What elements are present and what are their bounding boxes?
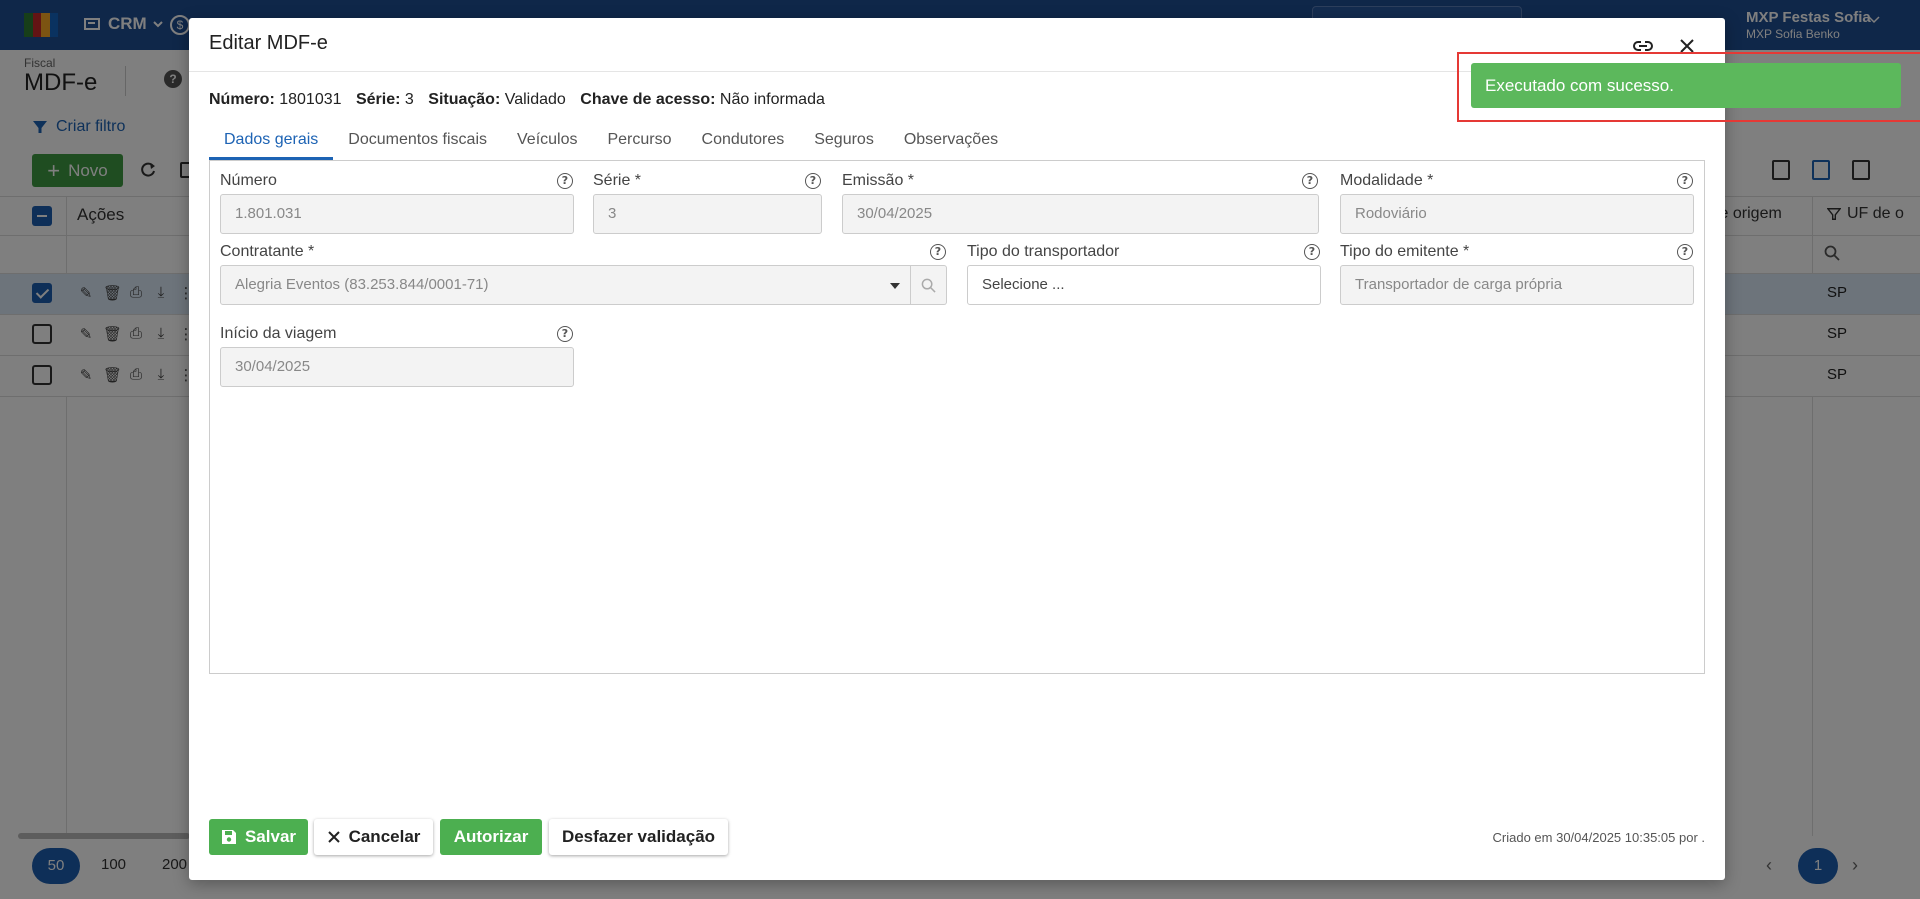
- authorize-button-label: Autorizar: [453, 827, 529, 846]
- serie-value: 3: [404, 91, 414, 108]
- modalidade-input[interactable]: Rodoviário: [1340, 194, 1694, 234]
- tab-percurso[interactable]: Percurso: [592, 126, 686, 160]
- situacao-value: Validado: [504, 91, 566, 108]
- tab-veiculos[interactable]: Veículos: [502, 126, 592, 160]
- save-icon: [221, 830, 236, 844]
- situacao-label: Situação:: [428, 91, 501, 108]
- cancel-button-label: Cancelar: [348, 827, 421, 846]
- help-icon[interactable]: ?: [557, 326, 573, 342]
- numero-label: Número:: [209, 91, 275, 108]
- save-button[interactable]: Salvar: [209, 819, 308, 855]
- contratante-select: Alegria Eventos (83.253.844/0001-71): [220, 265, 947, 305]
- contratante-field: Contratante * ? Alegria Eventos (83.253.…: [220, 242, 947, 305]
- dialog-tabs: Dados gerais Documentos fiscais Veículos…: [209, 126, 1013, 160]
- tipo-emitente-label: Tipo do emitente *: [1340, 243, 1470, 260]
- help-icon[interactable]: ?: [1304, 244, 1320, 260]
- numero-value: 1801031: [279, 91, 342, 108]
- chave-label: Chave de acesso:: [580, 91, 716, 108]
- help-icon[interactable]: ?: [805, 173, 821, 189]
- serie-input[interactable]: 3: [593, 194, 822, 234]
- emissao-input[interactable]: 30/04/2025: [842, 194, 1319, 234]
- tab-seguros[interactable]: Seguros: [799, 126, 889, 160]
- dados-gerais-panel: Número ? 1.801.031 Série * ? 3 Emissão *…: [209, 160, 1705, 674]
- dialog-title: Editar MDF-e: [209, 32, 328, 54]
- undo-validation-label: Desfazer validação: [561, 827, 716, 846]
- toast-highlight-box: [1457, 52, 1920, 122]
- tipo-transportador-field: Tipo do transportador ? Selecione ...: [967, 242, 1321, 305]
- numero-field-label: Número: [220, 172, 277, 189]
- help-icon[interactable]: ?: [1677, 173, 1693, 189]
- help-icon[interactable]: ?: [930, 244, 946, 260]
- modalidade-field: Modalidade * ? Rodoviário: [1340, 171, 1694, 234]
- tipo-transportador-label: Tipo do transportador: [967, 243, 1120, 260]
- tab-documentos-fiscais[interactable]: Documentos fiscais: [333, 126, 502, 160]
- tab-dados-gerais[interactable]: Dados gerais: [209, 126, 334, 160]
- mdfe-summary: Número: 1801031 Série: 3 Situação: Valid…: [209, 91, 825, 109]
- serie-field: Série * ? 3: [593, 171, 822, 234]
- contratante-field-label: Contratante *: [220, 243, 315, 260]
- contratante-input[interactable]: Alegria Eventos (83.253.844/0001-71): [220, 265, 911, 305]
- close-icon: [327, 831, 340, 843]
- created-info: Criado em 30/04/2025 10:35:05 por .: [1492, 830, 1705, 845]
- tab-condutores[interactable]: Condutores: [687, 126, 800, 160]
- numero-field: Número ? 1.801.031: [220, 171, 574, 234]
- inicio-viagem-input[interactable]: 30/04/2025: [220, 347, 574, 387]
- serie-label: Série:: [355, 91, 401, 108]
- contratante-search-button[interactable]: [911, 265, 947, 305]
- inicio-viagem-field: Início da viagem ? 30/04/2025: [220, 324, 574, 387]
- authorize-button[interactable]: Autorizar: [440, 819, 542, 855]
- tab-observacoes[interactable]: Observações: [889, 126, 1013, 160]
- edit-mdfe-dialog: Editar MDF-e Número: 1801031 Série: 3 Si…: [189, 18, 1725, 880]
- search-icon: [921, 278, 936, 293]
- tipo-emitente-field: Tipo do emitente * ? Transportador de ca…: [1340, 242, 1694, 305]
- inicio-viagem-label: Início da viagem: [220, 325, 337, 342]
- numero-input[interactable]: 1.801.031: [220, 194, 574, 234]
- cancel-button[interactable]: Cancelar: [314, 819, 433, 855]
- contratante-value: Alegria Eventos (83.253.844/0001-71): [235, 276, 489, 293]
- help-icon[interactable]: ?: [557, 173, 573, 189]
- caret-down-icon[interactable]: [890, 283, 900, 289]
- emissao-field: Emissão * ? 30/04/2025: [842, 171, 1319, 234]
- save-button-label: Salvar: [244, 827, 297, 846]
- tipo-emitente-input[interactable]: Transportador de carga própria: [1340, 265, 1694, 305]
- serie-field-label: Série *: [593, 172, 642, 189]
- undo-validation-button[interactable]: Desfazer validação: [549, 819, 728, 855]
- modalidade-field-label: Modalidade *: [1340, 172, 1434, 189]
- help-icon[interactable]: ?: [1302, 173, 1318, 189]
- emissao-field-label: Emissão *: [842, 172, 915, 189]
- chave-value: Não informada: [719, 91, 825, 108]
- help-icon[interactable]: ?: [1677, 244, 1693, 260]
- tipo-transportador-select[interactable]: Selecione ...: [967, 265, 1321, 305]
